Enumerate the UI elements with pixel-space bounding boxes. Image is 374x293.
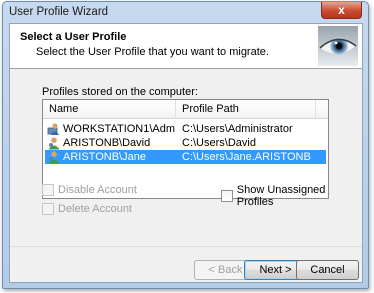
column-header-name[interactable]: Name — [49, 103, 78, 115]
user-icon — [48, 137, 60, 150]
column-divider[interactable] — [315, 100, 316, 118]
close-icon: x — [338, 3, 345, 17]
profile-path: C:\Users\Administrator — [182, 123, 293, 135]
show-unassigned-option[interactable]: Show Unassigned Profiles — [221, 184, 362, 208]
profile-path: C:\Users\Jane.ARISTONB — [182, 151, 311, 163]
title-bar[interactable]: User Profile Wizard x — [3, 2, 368, 23]
window-title: User Profile Wizard — [9, 6, 109, 18]
list-item[interactable]: WORKSTATION1\Administrat... C:\Users\Adm… — [45, 122, 326, 136]
disable-account-label: Disable Account — [58, 184, 137, 196]
delete-account-checkbox[interactable] — [42, 203, 54, 215]
user-icon — [48, 151, 60, 164]
list-item[interactable]: ARISTONB\David C:\Users\David — [45, 136, 326, 150]
disable-account-option: Disable Account — [42, 184, 137, 196]
page-subtitle: Select the User Profile that you want to… — [36, 46, 269, 58]
close-button[interactable]: x — [321, 2, 362, 19]
profile-name: ARISTONB\Jane — [63, 151, 146, 163]
delete-account-option: Delete Account — [42, 203, 132, 215]
profile-path: C:\Users\David — [182, 137, 256, 149]
button-bar: < Back Next > Cancel — [10, 246, 362, 283]
page-title: Select a User Profile — [20, 31, 127, 43]
show-unassigned-label[interactable]: Show Unassigned Profiles — [237, 184, 362, 208]
disable-account-checkbox[interactable] — [42, 184, 54, 196]
wizard-window: User Profile Wizard x Select a User Prof… — [2, 1, 369, 289]
column-header-path[interactable]: Profile Path — [182, 103, 239, 115]
profile-name: ARISTONB\David — [63, 137, 151, 149]
user-domain-icon — [47, 123, 59, 135]
show-unassigned-checkbox[interactable] — [221, 190, 233, 202]
wizard-header: Select a User Profile Select the User Pr… — [10, 24, 362, 69]
profile-name: WORKSTATION1\Administrat... — [63, 123, 175, 135]
delete-account-label: Delete Account — [58, 203, 132, 215]
eye-logo-icon — [318, 26, 358, 66]
list-header: Name Profile Path — [43, 100, 328, 119]
cancel-button[interactable]: Cancel — [296, 260, 359, 280]
list-item-selected[interactable]: ARISTONB\Jane C:\Users\Jane.ARISTONB — [45, 150, 326, 164]
column-divider[interactable] — [175, 100, 176, 118]
profiles-label: Profiles stored on the computer: — [42, 86, 198, 98]
wizard-body: Select a User Profile Select the User Pr… — [9, 23, 363, 283]
